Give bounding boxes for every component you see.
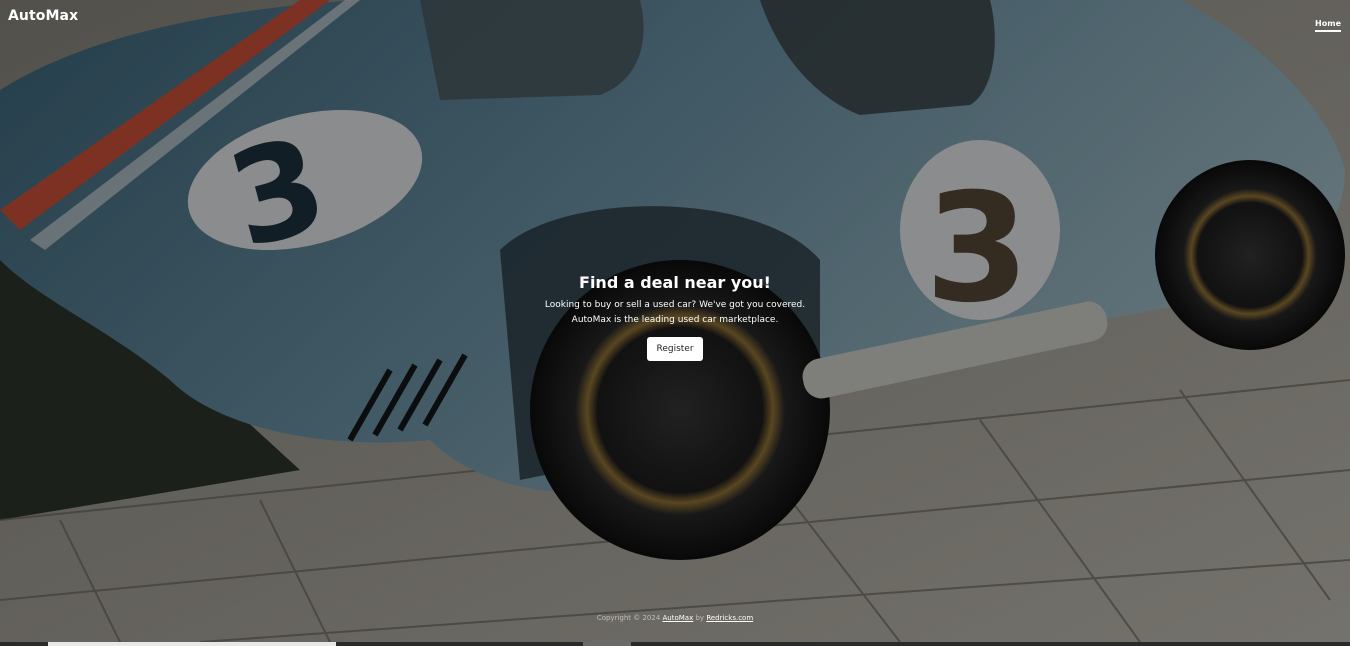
- main-nav: Home: [1315, 11, 1341, 32]
- scrollbar-thumb[interactable]: [48, 642, 336, 646]
- horizontal-scrollbar[interactable]: [0, 642, 1350, 646]
- footer-copyright: Copyright © 2024: [596, 614, 661, 622]
- scrollbar-thumb-secondary[interactable]: [583, 642, 631, 646]
- hero-lead-line-2: AutoMax is the leading used car marketpl…: [571, 315, 779, 325]
- nav-link-home[interactable]: Home: [1315, 19, 1341, 32]
- footer-author-link[interactable]: Redricks.com: [706, 614, 753, 622]
- page: 3 3 AutoMax Home Find a deal near you! L…: [0, 0, 1350, 646]
- site-footer: Copyright © 2024 AutoMax by Redricks.com: [0, 614, 1350, 622]
- footer-site-link[interactable]: AutoMax: [663, 614, 694, 622]
- footer-by: by: [695, 614, 705, 622]
- hero-lead-line-1: Looking to buy or sell a used car? We've…: [544, 300, 806, 310]
- brand-logo-link[interactable]: AutoMax: [8, 8, 78, 24]
- hero-title: Find a deal near you!: [579, 273, 771, 292]
- register-button[interactable]: Register: [647, 337, 703, 361]
- hero-content: Find a deal near you! Looking to buy or …: [475, 272, 875, 361]
- site-header: AutoMax Home: [0, 0, 1350, 36]
- hero-lead: Looking to buy or sell a used car? We've…: [475, 298, 875, 328]
